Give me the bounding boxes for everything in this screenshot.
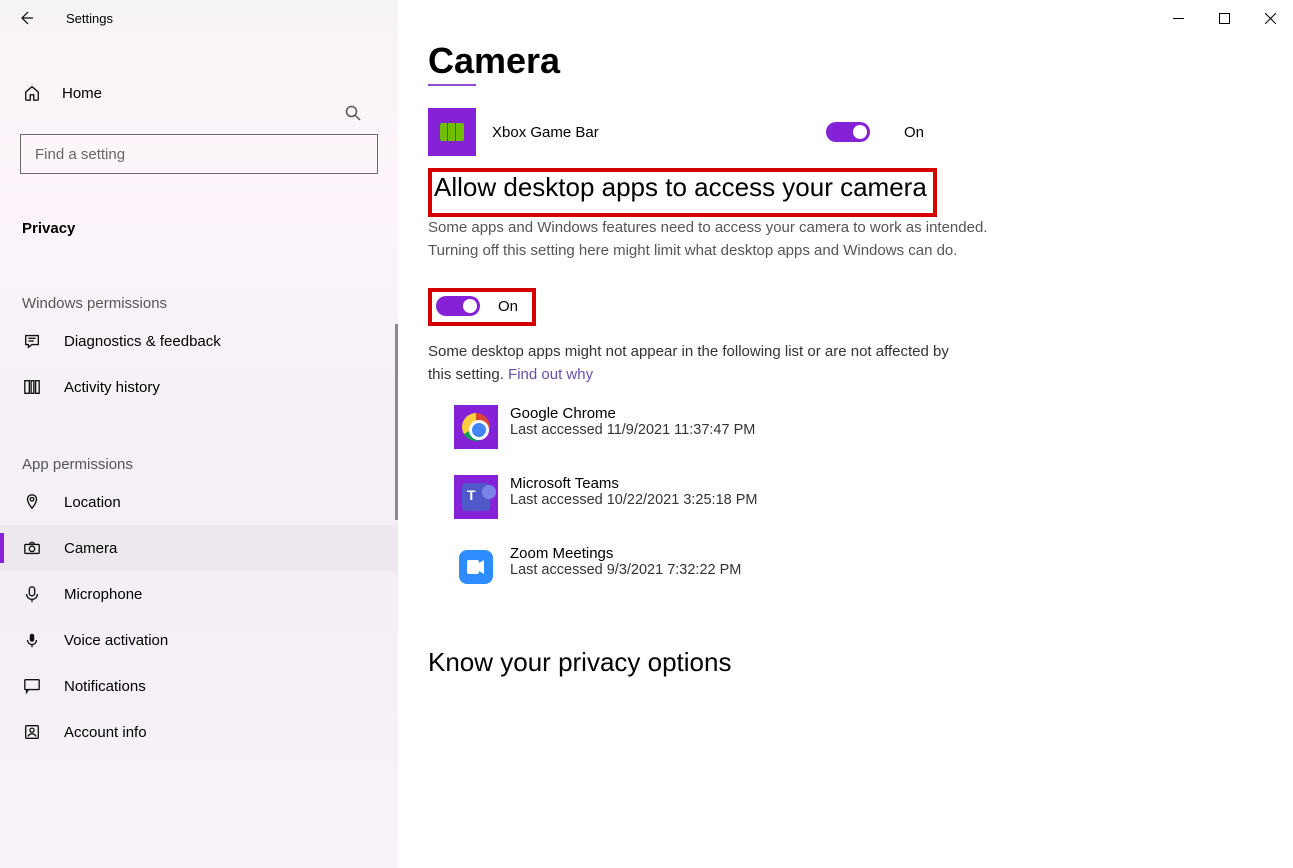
highlight-box-toggle: On (428, 288, 536, 326)
desktop-apps-note: Some desktop apps might not appear in th… (428, 340, 968, 387)
xbox-game-bar-icon (428, 108, 476, 156)
desktop-app-accessed: Last accessed 9/3/2021 7:32:22 PM (510, 562, 741, 578)
desktop-app-accessed: Last accessed 11/9/2021 11:37:47 PM (510, 422, 755, 438)
search-icon (344, 104, 362, 122)
maximize-button[interactable] (1201, 0, 1247, 36)
camera-icon (22, 539, 42, 557)
app-row-xbox: Xbox Game Bar On (428, 108, 1263, 156)
account-icon (22, 723, 42, 741)
feedback-icon (22, 332, 42, 350)
allow-desktop-toggle[interactable] (436, 296, 480, 316)
desktop-app-accessed: Last accessed 10/22/2021 3:25:18 PM (510, 492, 757, 508)
sidebar-item-label: Voice activation (64, 632, 168, 649)
sidebar-item-location[interactable]: Location (0, 479, 398, 525)
allow-desktop-toggle-state: On (498, 298, 518, 315)
xbox-toggle[interactable] (826, 122, 870, 142)
sidebar-item-label: Microphone (64, 586, 142, 603)
category-app-permissions: App permissions (0, 448, 398, 479)
sidebar-item-label: Camera (64, 540, 117, 557)
desktop-app-name: Google Chrome (510, 405, 755, 422)
microphone-icon (22, 585, 42, 603)
sidebar-item-label: Account info (64, 724, 147, 741)
search-input[interactable] (20, 134, 378, 174)
desktop-app-name: Zoom Meetings (510, 545, 741, 562)
close-button[interactable] (1247, 0, 1293, 36)
privacy-options-header: Know your privacy options (428, 647, 1263, 678)
desktop-app-chrome: Google Chrome Last accessed 11/9/2021 11… (454, 405, 1263, 449)
home-label: Home (62, 85, 102, 102)
zoom-icon (454, 545, 498, 589)
desktop-app-teams: Microsoft Teams Last accessed 10/22/2021… (454, 475, 1263, 519)
minimize-button[interactable] (1155, 0, 1201, 36)
sidebar-item-diagnostics[interactable]: Diagnostics & feedback (0, 318, 398, 364)
xbox-toggle-state: On (904, 124, 924, 141)
sidebar-item-label: Diagnostics & feedback (64, 333, 221, 350)
title-accent (428, 84, 476, 86)
find-out-why-link[interactable]: Find out why (508, 366, 593, 383)
sidebar-item-activity[interactable]: Activity history (0, 364, 398, 410)
allow-desktop-header: Allow desktop apps to access your camera (434, 172, 927, 203)
voice-icon (22, 631, 42, 649)
sidebar-item-camera[interactable]: Camera (0, 525, 398, 571)
teams-icon (454, 475, 498, 519)
highlight-box-header: Allow desktop apps to access your camera (428, 168, 937, 217)
sidebar-item-notifications[interactable]: Notifications (0, 663, 398, 709)
sidebar-item-label: Location (64, 494, 121, 511)
page-title: Camera (428, 40, 1263, 82)
location-icon (22, 493, 42, 511)
section-privacy-label: Privacy (0, 206, 398, 241)
sidebar-item-account[interactable]: Account info (0, 709, 398, 755)
sidebar-item-voice[interactable]: Voice activation (0, 617, 398, 663)
sidebar: Settings Home Privacy Windows permission… (0, 0, 398, 868)
chrome-icon (454, 405, 498, 449)
home-icon (22, 84, 42, 102)
main-content: Camera Xbox Game Bar On Allow desktop ap… (398, 0, 1293, 868)
app-name: Xbox Game Bar (492, 124, 742, 141)
history-icon (22, 378, 42, 396)
chat-icon (22, 677, 42, 695)
sidebar-item-label: Notifications (64, 678, 146, 695)
allow-desktop-description: Some apps and Windows features need to a… (428, 217, 988, 262)
sidebar-item-home[interactable]: Home (0, 74, 398, 112)
note-text: Some desktop apps might not appear in th… (428, 343, 949, 383)
category-windows-permissions: Windows permissions (0, 287, 398, 318)
titlebar (0, 0, 1293, 36)
desktop-app-zoom: Zoom Meetings Last accessed 9/3/2021 7:3… (454, 545, 1263, 589)
desktop-app-name: Microsoft Teams (510, 475, 757, 492)
sidebar-item-label: Activity history (64, 379, 160, 396)
sidebar-item-microphone[interactable]: Microphone (0, 571, 398, 617)
